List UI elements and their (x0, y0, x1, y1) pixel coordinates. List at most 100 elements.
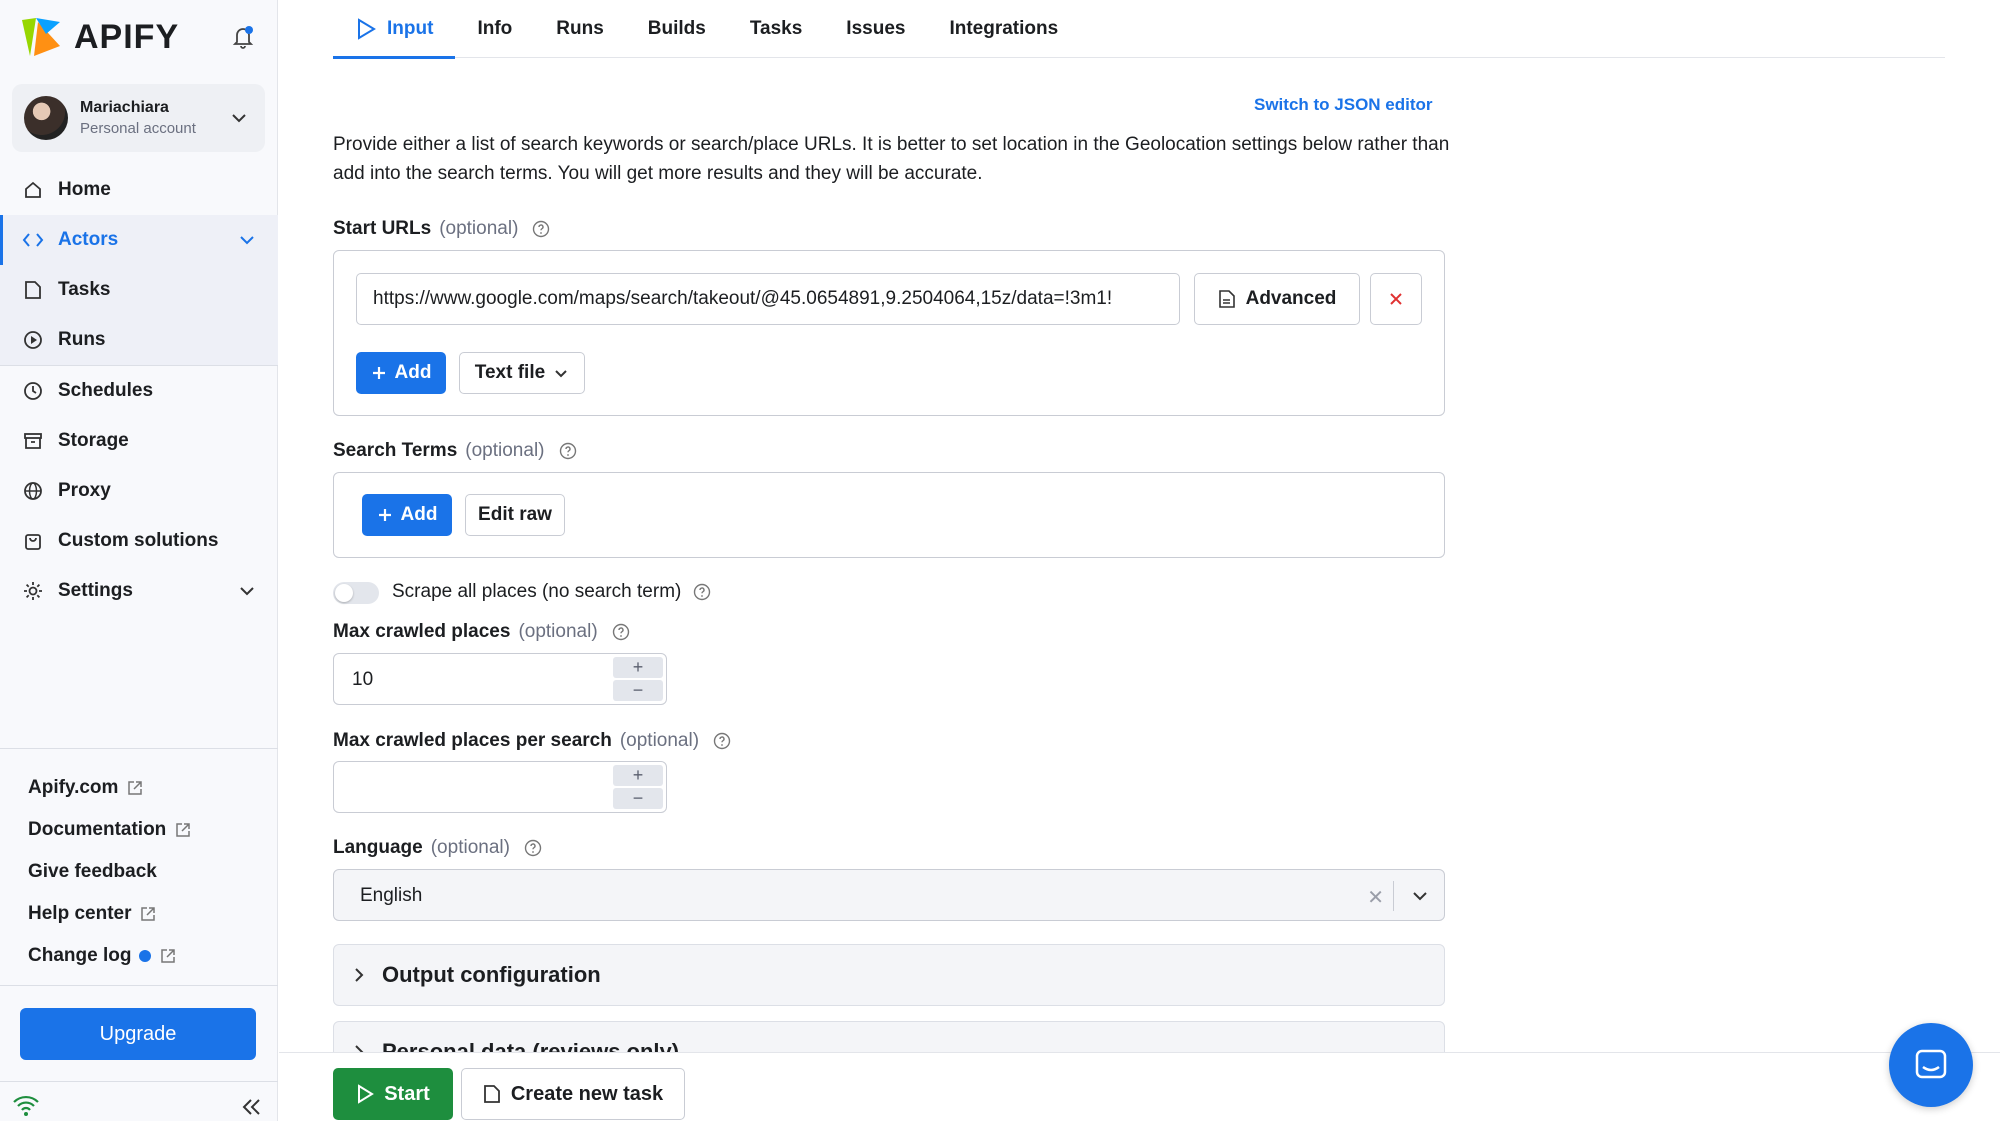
actor-tabs: Input Info Runs Builds Tasks Issues Inte… (333, 0, 1945, 59)
increment-button[interactable]: + (613, 765, 663, 786)
change-log-link[interactable]: Change log (0, 935, 278, 977)
clock-icon (24, 382, 42, 400)
archive-icon (24, 433, 42, 449)
tab-builds[interactable]: Builds (626, 0, 728, 58)
optional-text: (optional) (518, 621, 598, 642)
sidebar-item-actors[interactable]: Actors (0, 215, 278, 265)
help-icon[interactable] (612, 623, 630, 641)
tab-label: Integrations (949, 18, 1059, 39)
scrape-all-toggle[interactable] (333, 582, 379, 604)
chat-widget-button[interactable] (1889, 1023, 1973, 1107)
decrement-button[interactable]: − (613, 680, 663, 701)
document-icon (483, 1085, 500, 1103)
sidebar-item-label: Runs (58, 329, 106, 350)
sidebar-item-tasks[interactable]: Tasks (0, 265, 278, 315)
help-icon[interactable] (713, 732, 731, 750)
chat-icon (1915, 1049, 1947, 1079)
documentation-link[interactable]: Documentation (0, 809, 278, 851)
gear-icon (24, 582, 42, 600)
tab-label: Info (477, 18, 513, 39)
max-per-search-input[interactable]: + − (333, 761, 667, 813)
sidebar-item-label: Home (58, 179, 111, 200)
help-icon[interactable] (559, 442, 577, 460)
external-link-icon (128, 781, 143, 795)
sidebar: APIFY Mariachiara Personal account Home … (0, 0, 278, 1121)
max-places-label: Max crawled places (optional) (333, 621, 630, 643)
play-icon (358, 18, 376, 40)
sidebar-item-label: Settings (58, 580, 133, 601)
new-indicator-dot (139, 950, 152, 962)
sidebar-item-storage[interactable]: Storage (0, 416, 278, 466)
chevron-down-icon[interactable] (1410, 886, 1430, 906)
avatar (24, 96, 68, 140)
help-center-link[interactable]: Help center (0, 893, 278, 935)
notification-bell-icon[interactable] (228, 22, 258, 52)
link-label: Change log (28, 945, 132, 966)
text-file-dropdown[interactable]: Text file (459, 352, 585, 394)
tab-runs[interactable]: Runs (534, 0, 626, 58)
tab-tasks[interactable]: Tasks (728, 0, 824, 58)
sidebar-item-home[interactable]: Home (0, 165, 278, 215)
tab-label: Tasks (749, 18, 803, 39)
start-urls-box: https://www.google.com/maps/search/takeo… (333, 250, 1445, 416)
apify-logo[interactable]: APIFY (20, 16, 179, 58)
add-url-button[interactable]: Add (356, 352, 446, 394)
account-switcher[interactable]: Mariachiara Personal account (12, 84, 265, 152)
add-search-term-button[interactable]: Add (362, 494, 452, 536)
sidebar-item-settings[interactable]: Settings (0, 566, 278, 616)
optional-text: (optional) (465, 440, 545, 461)
main-nav: Home Actors Tasks Runs Schedules Storage… (0, 165, 278, 616)
create-new-task-button[interactable]: Create new task (461, 1068, 685, 1120)
optional-text: (optional) (430, 837, 510, 858)
start-url-input[interactable]: https://www.google.com/maps/search/takeo… (356, 273, 1180, 325)
plus-icon (378, 509, 391, 521)
increment-button[interactable]: + (613, 657, 663, 678)
decrement-button[interactable]: − (613, 788, 663, 809)
link-label: Documentation (28, 819, 167, 840)
field-label-text: Max crawled places per search (333, 730, 612, 751)
edit-raw-button[interactable]: Edit raw (465, 494, 565, 536)
start-button[interactable]: Start (333, 1068, 453, 1120)
link-label: Give feedback (28, 861, 157, 882)
upgrade-button[interactable]: Upgrade (20, 1008, 256, 1060)
button-label: Add (400, 504, 438, 525)
brand-name: APIFY (74, 17, 180, 56)
give-feedback-link[interactable]: Give feedback (0, 851, 278, 893)
switch-to-json-editor-link[interactable]: Switch to JSON editor (1254, 95, 1433, 115)
help-icon[interactable] (693, 583, 711, 601)
tab-label: Issues (846, 18, 906, 39)
max-places-input[interactable]: 10 + − (333, 653, 667, 705)
sidebar-item-runs[interactable]: Runs (0, 315, 278, 365)
play-icon (358, 1084, 375, 1104)
sidebar-item-label: Proxy (58, 480, 111, 501)
help-icon[interactable] (524, 839, 542, 857)
account-type: Personal account (80, 120, 196, 137)
collapse-sidebar-icon[interactable] (240, 1096, 264, 1118)
tab-info[interactable]: Info (455, 0, 534, 58)
clear-icon[interactable]: ✕ (1367, 885, 1384, 910)
help-icon[interactable] (532, 220, 550, 238)
language-select[interactable]: English ✕ (333, 869, 1445, 921)
wifi-icon (13, 1095, 39, 1116)
tab-input[interactable]: Input (333, 0, 456, 59)
advanced-button[interactable]: Advanced (1194, 273, 1360, 325)
remove-url-button[interactable] (1370, 273, 1422, 325)
tab-issues[interactable]: Issues (824, 0, 927, 58)
sidebar-item-label: Storage (58, 430, 129, 451)
number-stepper: + − (613, 657, 663, 701)
section-title: Output configuration (382, 962, 601, 987)
output-configuration-section[interactable]: Output configuration (333, 944, 1445, 1006)
sidebar-item-custom-solutions[interactable]: Custom solutions (0, 516, 278, 566)
chevron-down-icon (240, 587, 254, 596)
chevron-right-icon (355, 968, 364, 982)
field-label-text: Start URLs (333, 218, 432, 239)
sidebar-item-proxy[interactable]: Proxy (0, 466, 278, 516)
sidebar-item-label: Schedules (58, 380, 154, 401)
plus-icon (372, 367, 385, 379)
apify-com-link[interactable]: Apify.com (0, 767, 278, 809)
button-label: Create new task (510, 1082, 664, 1105)
sidebar-item-label: Custom solutions (58, 530, 219, 551)
sidebar-item-schedules[interactable]: Schedules (0, 366, 278, 416)
tab-integrations[interactable]: Integrations (927, 0, 1080, 58)
button-label: Text file (474, 362, 546, 383)
